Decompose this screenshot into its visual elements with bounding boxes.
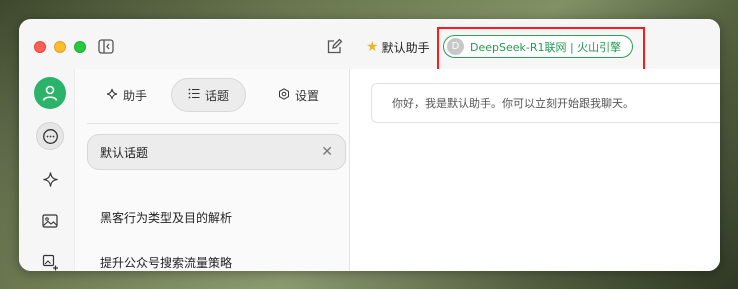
assistant-name: 默认助手 — [381, 40, 430, 55]
new-chat-icon[interactable] — [326, 38, 343, 55]
topic-item[interactable]: 提升公众号搜索流量策略 — [100, 254, 232, 271]
image-nav-icon[interactable] — [36, 207, 64, 235]
topic-item[interactable]: 黑客行为类型及目的解析 — [100, 209, 232, 226]
sidebar-toggle-icon[interactable] — [98, 39, 114, 54]
app-window: ★ 默认助手 D DeepSeek-R1联网 | 火山引擎 助手 话题 设置 默… — [19, 19, 720, 271]
star-icon: ★ — [366, 39, 379, 55]
panel-tabs: 助手 话题 设置 — [75, 78, 351, 112]
list-icon — [188, 88, 200, 102]
tab-topics[interactable]: 话题 — [171, 78, 247, 112]
tab-label: 话题 — [205, 88, 230, 103]
maximize-window-button[interactable] — [74, 41, 86, 53]
gear-icon — [278, 87, 290, 103]
tab-label: 设置 — [295, 88, 320, 103]
image-edit-nav-icon[interactable] — [36, 248, 64, 271]
icon-sidebar — [19, 69, 74, 271]
topic-label: 默认话题 — [100, 145, 149, 160]
chat-nav-icon[interactable] — [36, 122, 64, 150]
sparkle-icon — [106, 88, 118, 103]
close-window-button[interactable] — [34, 41, 46, 53]
minimize-window-button[interactable] — [54, 41, 66, 53]
tab-assistant[interactable]: 助手 — [106, 78, 147, 112]
tab-settings[interactable]: 设置 — [278, 78, 319, 112]
close-icon[interactable]: ✕ — [321, 144, 333, 160]
assistant-selector[interactable]: ★ 默认助手 — [366, 37, 430, 57]
tab-label: 助手 — [123, 88, 148, 103]
topics-panel: 助手 话题 设置 默认话题 ✕ 黑客行为类型及目的解析 提升公众号搜索流量策略 — [74, 69, 350, 271]
assistant-greeting-message: 你好，我是默认助手。你可以立刻开始跟我聊天。 — [371, 83, 720, 123]
divider — [87, 123, 339, 124]
topic-item-active[interactable]: 默认话题 ✕ — [87, 134, 346, 170]
user-avatar[interactable] — [34, 77, 66, 109]
sparkle-nav-icon[interactable] — [36, 165, 64, 193]
chat-area: 你好，我是默认助手。你可以立刻开始跟我聊天。 — [350, 69, 720, 271]
